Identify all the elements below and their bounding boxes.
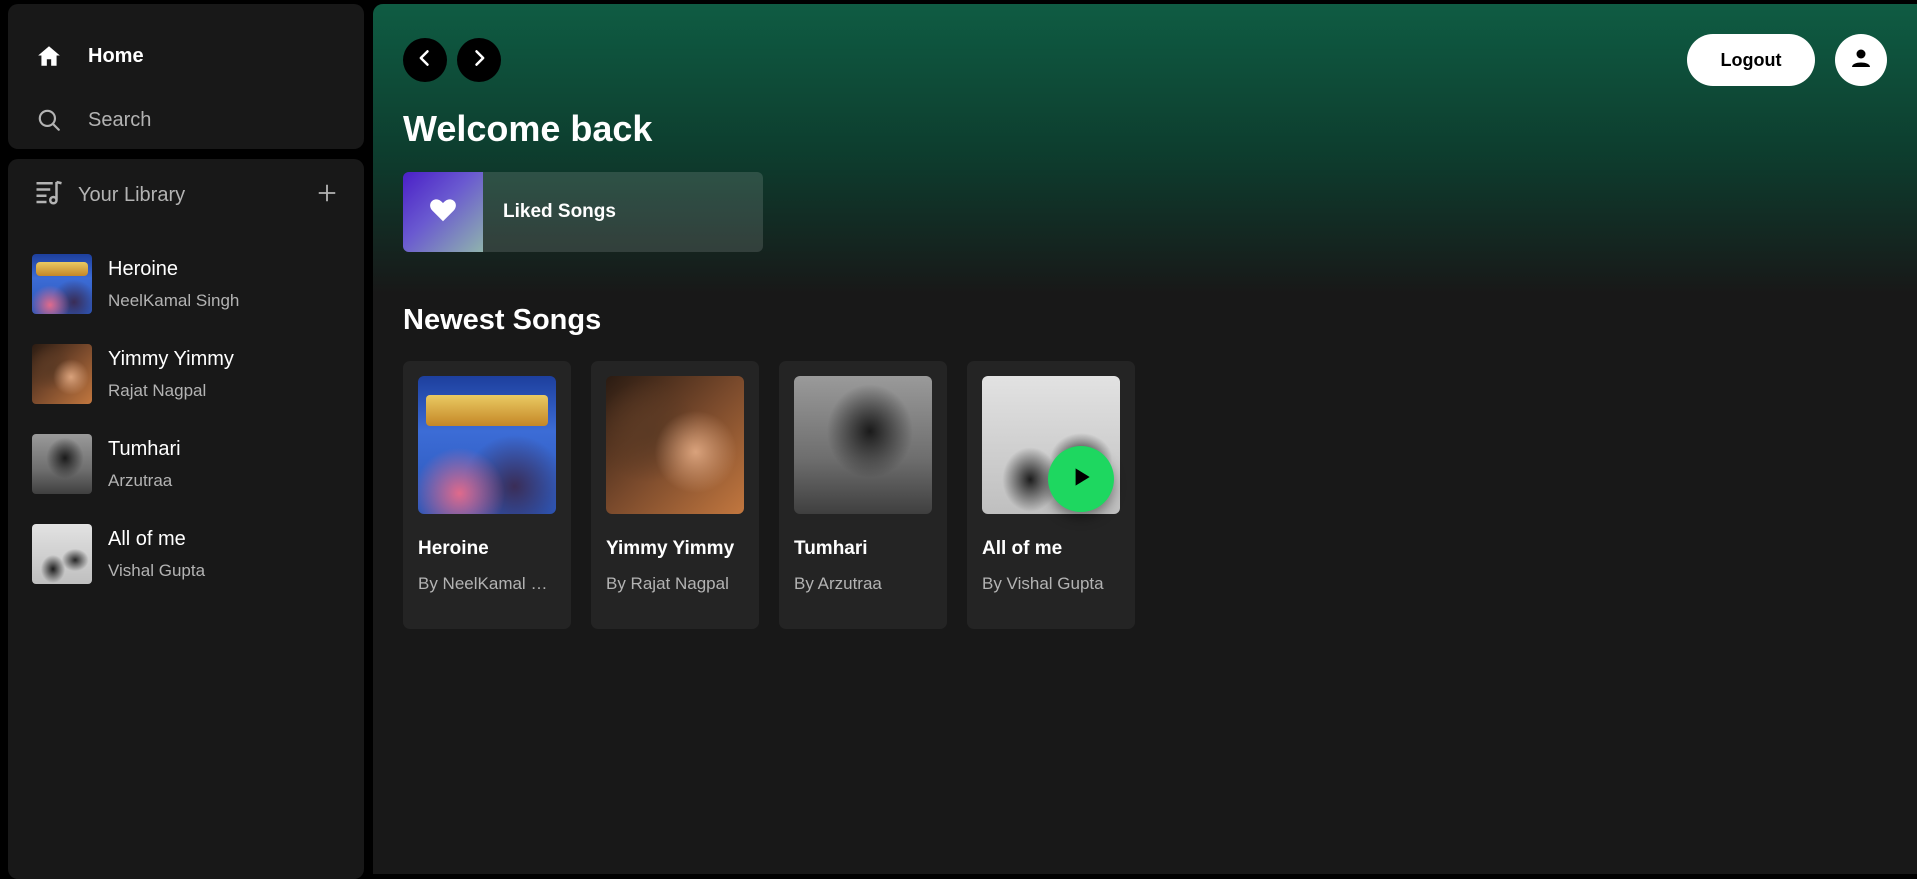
history-nav	[403, 38, 501, 82]
user-icon	[1849, 46, 1873, 75]
library-title: Your Library	[78, 183, 186, 206]
song-cover	[794, 376, 932, 514]
library-item-artist: Vishal Gupta	[108, 560, 206, 580]
library-item-title: Yimmy Yimmy	[108, 347, 234, 370]
cover-thumbnail	[32, 254, 92, 314]
song-card[interactable]: Tumhari By Arzutraa	[779, 361, 947, 629]
home-icon	[34, 41, 64, 71]
forward-button[interactable]	[457, 38, 501, 82]
library-item-title: Heroine	[108, 257, 179, 280]
library-item-artist: Rajat Nagpal	[108, 380, 207, 400]
song-card[interactable]: Yimmy Yimmy By Rajat Nagpal	[591, 361, 759, 629]
main-content: Logout Welcome back Liked Songs Newest S…	[373, 4, 1917, 874]
library-item[interactable]: All of me Vishal Gupta	[32, 509, 364, 599]
library-list: Heroine NeelKamal Singh Yimmy Yimmy Raja…	[8, 231, 364, 599]
library-item-title: Tumhari	[108, 437, 181, 460]
cover-thumbnail	[32, 344, 92, 404]
heart-icon	[428, 195, 458, 230]
cover-thumbnail	[32, 434, 92, 494]
sidebar: Home Search Your Library Heroine NeelKam…	[8, 4, 364, 879]
library-item[interactable]: Heroine NeelKamal Singh	[32, 239, 364, 329]
song-cover	[418, 376, 556, 514]
library-header: Your Library	[8, 159, 364, 231]
section-title: Newest Songs	[403, 304, 602, 336]
song-card-title: Tumhari	[794, 538, 868, 559]
nav-item-search[interactable]: Search	[8, 88, 364, 152]
song-card[interactable]: Heroine By NeelKamal Singh	[403, 361, 571, 629]
song-card-subtitle: By Vishal Gupta	[982, 574, 1104, 593]
liked-songs-label: Liked Songs	[503, 201, 616, 222]
nav-label-search: Search	[88, 108, 152, 131]
search-icon	[34, 105, 64, 135]
logout-button[interactable]: Logout	[1687, 34, 1815, 86]
nav-panel: Home Search	[8, 4, 364, 149]
back-button[interactable]	[403, 38, 447, 82]
song-card[interactable]: All of me By Vishal Gupta	[967, 361, 1135, 629]
add-icon[interactable]	[316, 182, 338, 209]
chevron-left-icon	[415, 48, 435, 73]
song-card-title: Yimmy Yimmy	[606, 538, 735, 559]
song-cover	[606, 376, 744, 514]
chevron-right-icon	[469, 48, 489, 73]
user-button[interactable]	[1835, 34, 1887, 86]
liked-songs-tile[interactable]: Liked Songs	[403, 172, 763, 252]
library-title-button[interactable]: Your Library	[34, 177, 185, 213]
header-actions: Logout	[1687, 34, 1887, 86]
page-title: Welcome back	[403, 108, 653, 149]
library-item-artist: Arzutraa	[108, 470, 173, 490]
library-item[interactable]: Tumhari Arzutraa	[32, 419, 364, 509]
cover-thumbnail	[32, 524, 92, 584]
song-card-title: Heroine	[418, 538, 489, 559]
song-cards: Heroine By NeelKamal Singh Yimmy Yimmy B…	[403, 361, 1135, 629]
library-item[interactable]: Yimmy Yimmy Rajat Nagpal	[32, 329, 364, 419]
library-panel: Your Library Heroine NeelKamal Singh Yim…	[8, 159, 364, 879]
nav-label-home: Home	[88, 44, 144, 67]
library-icon	[34, 177, 64, 213]
library-item-artist: NeelKamal Singh	[108, 290, 240, 310]
library-item-title: All of me	[108, 527, 186, 550]
song-card-subtitle: By Arzutraa	[794, 574, 882, 593]
play-button[interactable]	[1048, 446, 1114, 512]
song-card-subtitle: By Rajat Nagpal	[606, 574, 729, 593]
song-card-subtitle: By NeelKamal Singh	[418, 574, 556, 593]
play-icon	[1068, 464, 1094, 495]
song-card-title: All of me	[982, 538, 1063, 559]
nav-item-home[interactable]: Home	[8, 24, 364, 88]
liked-songs-art	[403, 172, 483, 252]
